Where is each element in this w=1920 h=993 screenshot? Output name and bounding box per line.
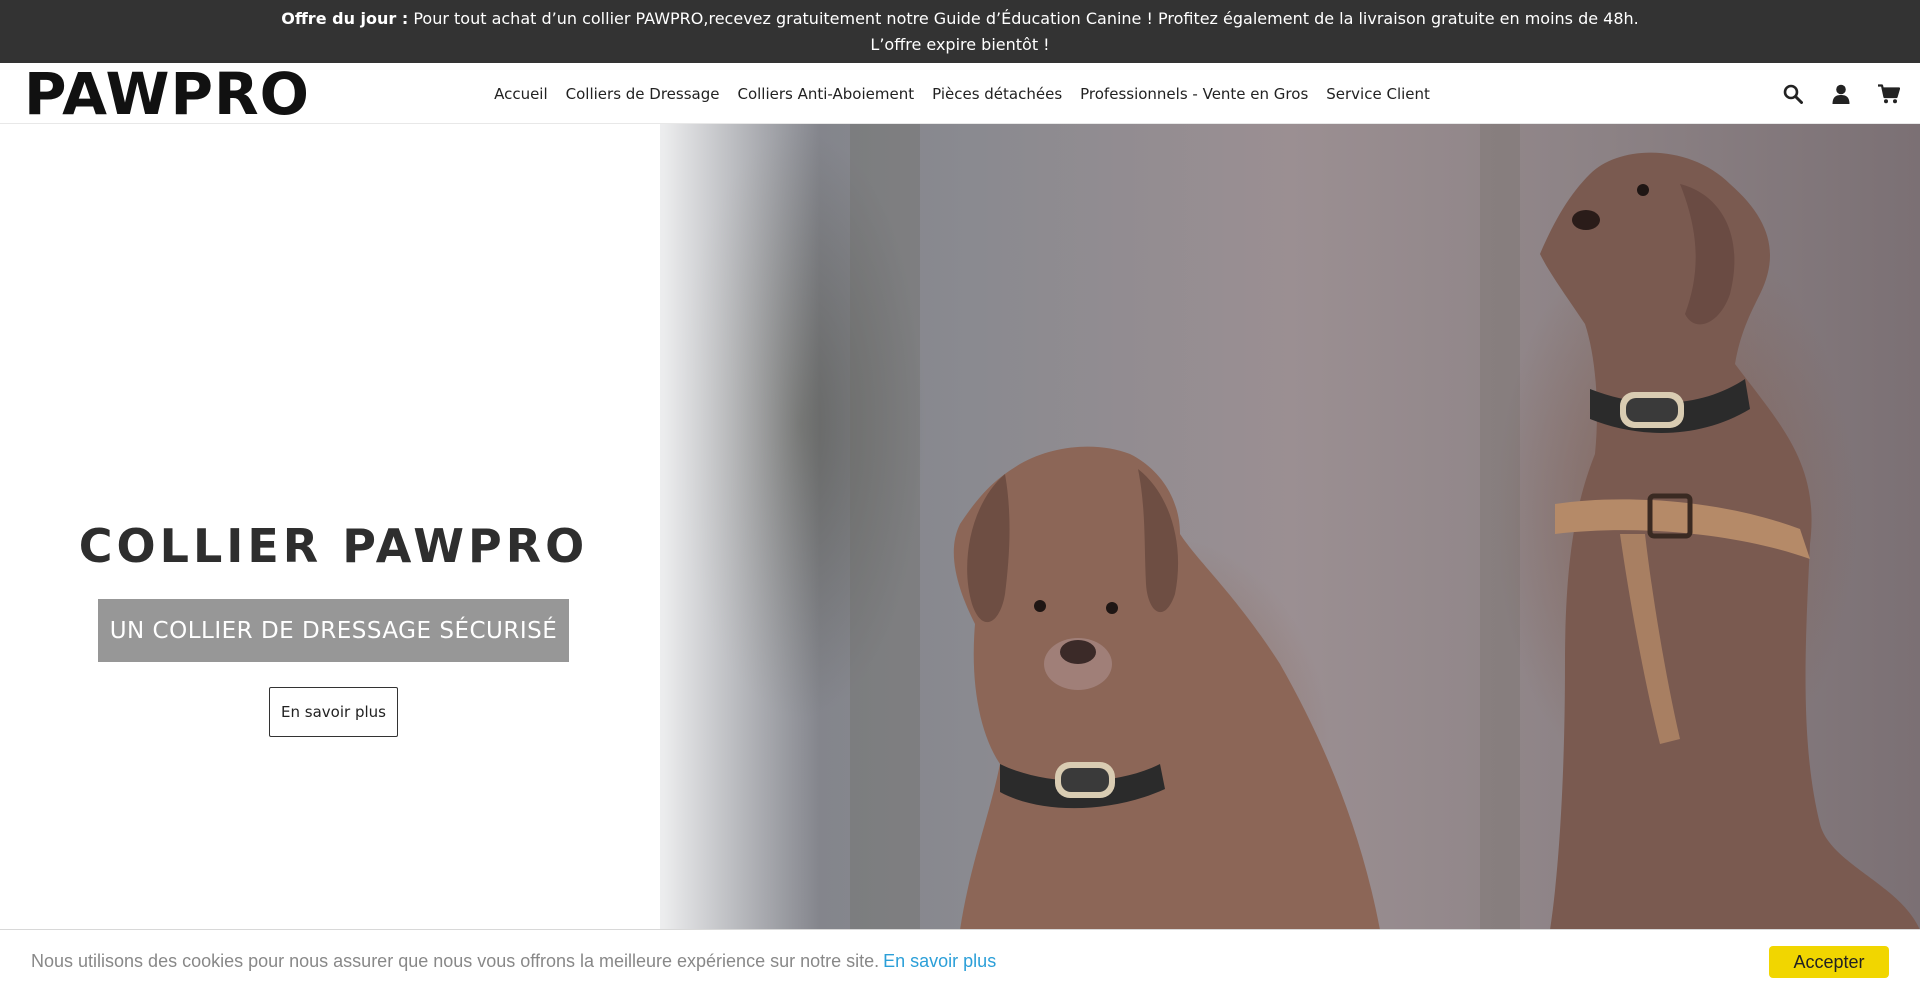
announcement-message: Pour tout achat d’un collier PAWPRO,rece… xyxy=(408,8,1639,54)
user-icon[interactable] xyxy=(1830,83,1852,105)
nav-item-accueil[interactable]: Accueil xyxy=(485,85,557,103)
announcement-bold: Offre du jour : xyxy=(281,8,409,28)
nav-item-service-client[interactable]: Service Client xyxy=(1317,85,1439,103)
nav-item-colliers-dressage[interactable]: Colliers de Dressage xyxy=(557,85,729,103)
nav-item-pieces-detachees[interactable]: Pièces détachées xyxy=(923,85,1071,103)
hero-title: COLLIER PAWPRO xyxy=(78,519,589,573)
announcement-text: Offre du jour : Pour tout achat d’un col… xyxy=(280,6,1640,58)
cookie-banner: Nous utilisons des cookies pour nous ass… xyxy=(0,929,1920,993)
dogs-illustration xyxy=(850,124,1920,930)
nav-item-colliers-anti-aboiement[interactable]: Colliers Anti-Aboiement xyxy=(728,85,923,103)
header-icons xyxy=(1782,63,1900,124)
site-logo[interactable]: PAWPRO xyxy=(24,65,310,123)
learn-more-button[interactable]: En savoir plus xyxy=(269,687,398,737)
hero-content: COLLIER PAWPRO UN COLLIER DE DRESSAGE SÉ… xyxy=(0,124,667,930)
search-icon[interactable] xyxy=(1782,83,1804,105)
announcement-bar: Offre du jour : Pour tout achat d’un col… xyxy=(0,0,1920,63)
nav-item-professionnels[interactable]: Professionnels - Vente en Gros xyxy=(1071,85,1317,103)
cookie-message: Nous utilisons des cookies pour nous ass… xyxy=(31,951,880,971)
cart-icon[interactable] xyxy=(1878,83,1900,105)
hero-subtitle: UN COLLIER DE DRESSAGE SÉCURISÉ xyxy=(98,599,569,662)
site-header: PAWPRO Accueil Colliers de Dressage Coll… xyxy=(0,63,1920,124)
hero-banner: COLLIER PAWPRO UN COLLIER DE DRESSAGE SÉ… xyxy=(0,124,1920,930)
accept-cookies-button[interactable]: Accepter xyxy=(1769,946,1889,978)
cookie-text: Nous utilisons des cookies pour nous ass… xyxy=(31,951,996,972)
cookie-learn-more-link[interactable]: En savoir plus xyxy=(883,951,996,971)
